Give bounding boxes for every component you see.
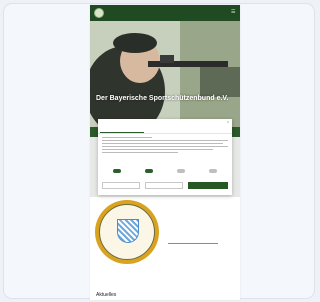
cookie-consent-dialog: ✕: [98, 119, 232, 195]
hero-title: Der Bayerische Sportschützenbund e.V.: [96, 95, 229, 102]
news-heading: Aktuelles: [96, 292, 117, 298]
site-header: ☰: [90, 5, 240, 21]
consent-item: [102, 164, 132, 174]
consent-toggles: [102, 164, 228, 174]
divider: [98, 133, 232, 134]
allow-all-button[interactable]: [188, 182, 228, 189]
toggle-necessary[interactable]: [113, 169, 121, 173]
hero-image: [90, 21, 240, 127]
consent-item: [198, 164, 228, 174]
consent-buttons: [102, 182, 228, 190]
tab-details[interactable]: [143, 126, 187, 133]
association-seal-section: [90, 197, 240, 277]
toggle-marketing[interactable]: [209, 169, 217, 173]
shooter-photo: [90, 21, 240, 127]
toggle-preferences[interactable]: [145, 169, 153, 173]
divider: [168, 243, 218, 244]
allow-selection-button[interactable]: [145, 182, 183, 189]
close-icon[interactable]: ✕: [227, 121, 229, 124]
site-logo-icon[interactable]: [94, 8, 104, 18]
consent-item: [166, 164, 196, 174]
association-seal-icon: [95, 200, 159, 264]
consent-item: [134, 164, 164, 174]
deny-button[interactable]: [102, 182, 140, 189]
consent-tabs: [98, 126, 232, 133]
toggle-statistics[interactable]: [177, 169, 185, 173]
menu-icon[interactable]: ☰: [231, 10, 235, 15]
bavarian-shield-icon: [117, 219, 139, 243]
tab-about[interactable]: [186, 126, 230, 133]
consent-text: [102, 137, 228, 155]
tab-consent[interactable]: [100, 126, 144, 133]
